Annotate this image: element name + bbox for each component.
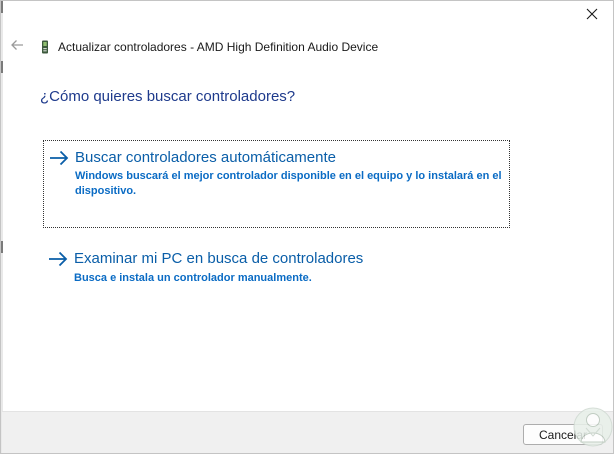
audio-device-icon: [40, 39, 50, 55]
option-description: Busca e instala un controlador manualmen…: [74, 272, 312, 284]
option-description: Windows buscará el mejor controlador dis…: [75, 170, 502, 197]
back-arrow-icon: [10, 38, 24, 56]
close-button[interactable]: [571, 1, 613, 31]
right-arrow-icon: [49, 150, 69, 166]
browse-my-pc-option[interactable]: Examinar mi PC en busca de controladores…: [43, 242, 508, 302]
back-button[interactable]: [9, 38, 25, 56]
title-bar: Actualizar controladores - AMD High Defi…: [9, 37, 378, 57]
update-drivers-dialog: Actualizar controladores - AMD High Defi…: [0, 0, 614, 454]
dialog-footer: [2, 411, 613, 453]
watermark-logo: [572, 406, 614, 450]
search-automatically-option[interactable]: Buscar controladores automáticamente Win…: [43, 140, 510, 228]
page-heading: ¿Cómo quieres buscar controladores?: [40, 88, 296, 105]
option-title: Examinar mi PC en busca de controladores: [74, 250, 364, 267]
right-arrow-icon: [48, 251, 68, 267]
close-icon: [586, 7, 598, 25]
left-edge-strip: [1, 1, 3, 453]
option-title: Buscar controladores automáticamente: [75, 149, 336, 166]
edge-mark: [1, 241, 3, 253]
edge-mark: [1, 1, 3, 13]
window-title: Actualizar controladores - AMD High Defi…: [58, 40, 379, 54]
edge-mark: [1, 61, 3, 73]
